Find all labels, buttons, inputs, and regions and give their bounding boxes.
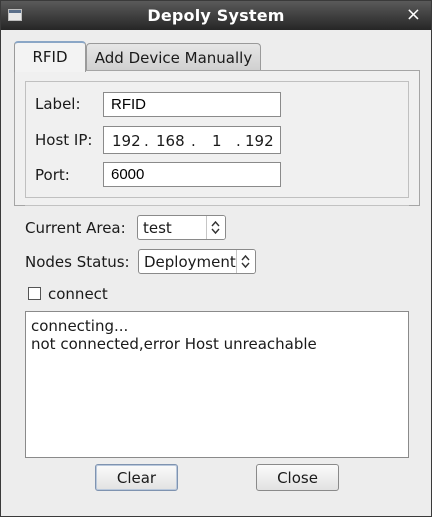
label-caption: Label: [35, 95, 81, 113]
separator [25, 205, 409, 206]
ip-octet-2: 168 [156, 132, 185, 150]
ip-octet-1: 192 [112, 132, 141, 150]
ip-dot-1: . [144, 132, 149, 150]
tab-rfid[interactable]: RFID [14, 41, 86, 72]
ip-octet-3: 1 [212, 132, 222, 150]
nodes-status-value: Deployment [144, 253, 236, 271]
host-ip-field[interactable]: 192 . 168 . 1 . 192 [103, 126, 281, 154]
ip-dot-3: . [236, 132, 241, 150]
connect-checkbox[interactable] [28, 287, 41, 300]
title-bar[interactable]: Depoly System × [1, 1, 431, 30]
port-caption: Port: [35, 166, 70, 184]
nodes-status-caption: Nodes Status: [25, 253, 130, 271]
clear-button[interactable]: Clear [95, 464, 178, 491]
ip-dot-2: . [191, 132, 196, 150]
close-button[interactable]: Close [256, 464, 339, 491]
log-output[interactable]: connecting... not connected,error Host u… [25, 311, 409, 458]
current-area-value: test [143, 219, 172, 237]
nodes-status-select[interactable]: Deployment [138, 249, 256, 274]
updown-arrows-icon [206, 216, 225, 239]
tab-add-device-manually[interactable]: Add Device Manually [86, 43, 261, 71]
close-icon[interactable]: × [406, 4, 421, 26]
window-title: Depoly System [147, 6, 285, 25]
connect-label: connect [48, 285, 108, 303]
current-area-select[interactable]: test [137, 215, 226, 240]
log-line: not connected,error Host unreachable [31, 335, 317, 353]
label-field[interactable] [103, 92, 281, 117]
port-field[interactable] [103, 162, 281, 187]
ip-octet-4: 192 [245, 132, 274, 150]
dialog-window: Depoly System × RFID Add Device Manually… [0, 0, 432, 517]
host-ip-caption: Host IP: [35, 131, 93, 149]
updown-arrows-icon [236, 250, 255, 273]
log-line: connecting... [31, 317, 129, 335]
current-area-caption: Current Area: [25, 219, 126, 237]
